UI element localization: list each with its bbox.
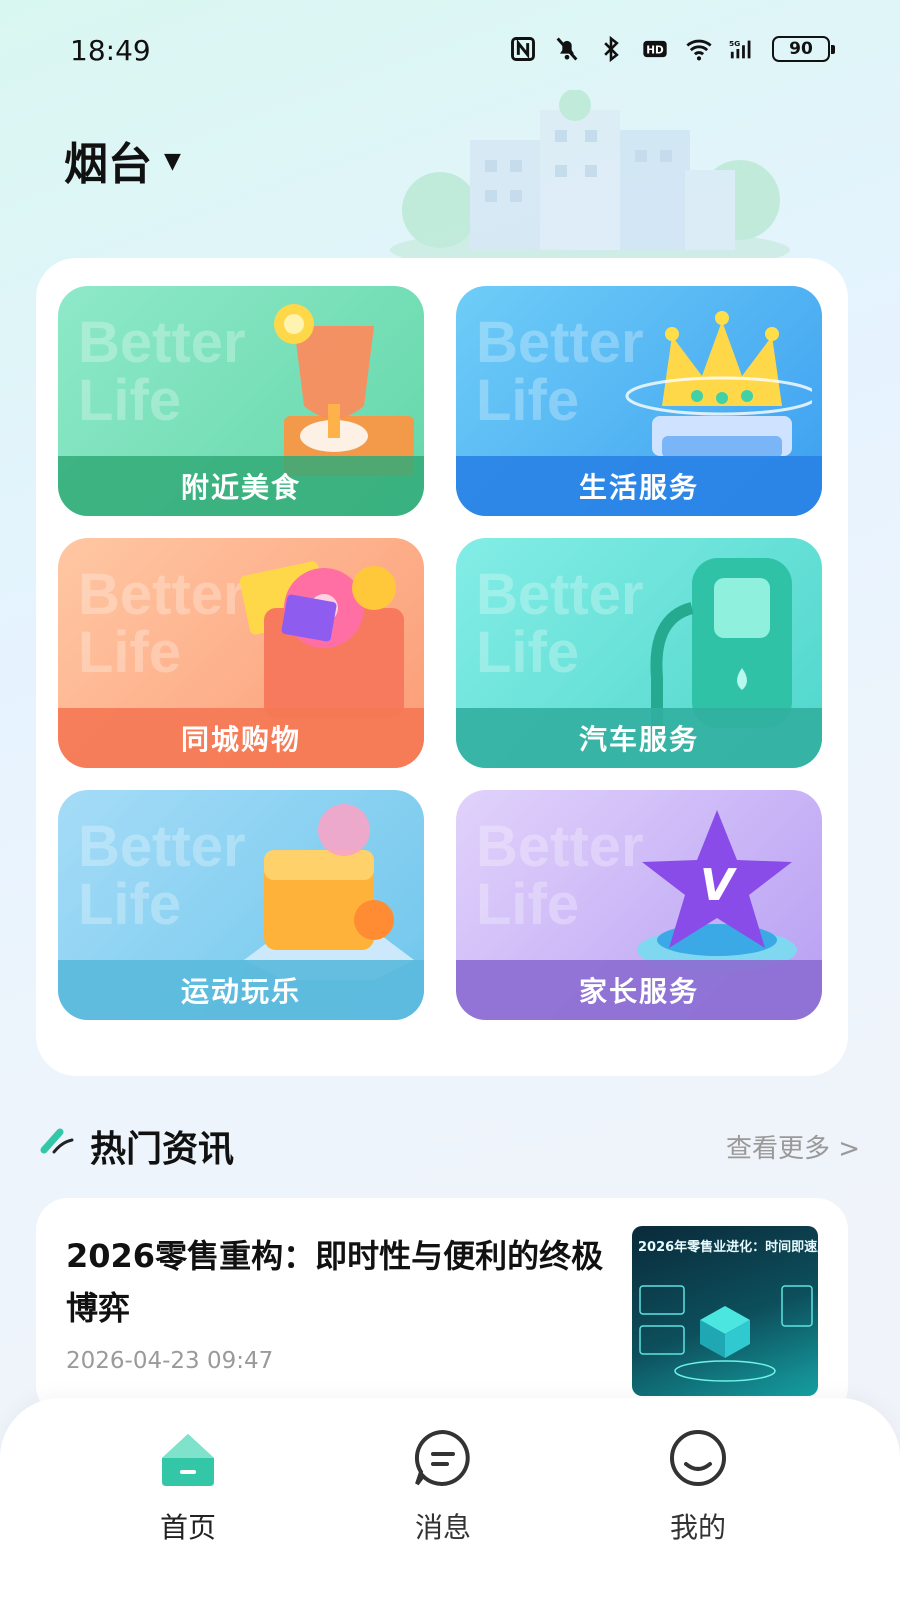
- drink-cup-icon: [274, 304, 414, 476]
- tile-watermark: Better Life: [78, 562, 246, 685]
- news-section-title: 热门资讯: [90, 1129, 235, 1170]
- hot-news-icon: [40, 1128, 74, 1154]
- news-section-header: 热门资讯 查看更多 >: [40, 1118, 860, 1170]
- tile-label-bar: 生活服务: [456, 456, 822, 516]
- tile-watermark: Better Life: [476, 814, 644, 937]
- news-card-title: 2026零售重构：即时性与便利的终极博弈: [66, 1237, 604, 1327]
- service-tile-food[interactable]: Better Life 附近美食: [58, 286, 424, 516]
- shopping-box-icon: [239, 561, 404, 718]
- tile-watermark: Better Life: [476, 310, 644, 433]
- svg-text:V: V: [700, 860, 737, 911]
- tile-watermark: Better Life: [476, 562, 644, 685]
- caret-down-icon: ▼: [164, 148, 181, 174]
- home-icon: [162, 1434, 214, 1486]
- status-bar: 18:49 HD 5G 90: [0, 0, 900, 100]
- tile-label-food: 附近美食: [180, 471, 301, 504]
- 5g-signal-icon: 5G: [728, 34, 758, 64]
- city-name: 烟台: [64, 139, 152, 190]
- service-tile-life[interactable]: Better Life 生活服务: [456, 286, 822, 516]
- nfc-icon: [508, 34, 538, 64]
- tech-cube-graphic: [639, 1285, 813, 1382]
- tile-label-bar: 汽车服务: [456, 708, 822, 768]
- tile-label-bar: 家长服务: [456, 960, 822, 1020]
- news-card[interactable]: 2026零售重构：即时性与便利的终极博弈 2026-04-23 09:47 20…: [36, 1198, 848, 1418]
- status-icons: HD 5G 90: [508, 34, 835, 64]
- tile-watermark: Better Life: [78, 814, 246, 937]
- service-tile-car[interactable]: Better Life 汽车服务: [456, 538, 822, 768]
- hd-icon: HD: [640, 34, 670, 64]
- service-tile-parent[interactable]: Better Life V 家长服务: [456, 790, 822, 1020]
- service-tile-sport[interactable]: Better Life 运动玩乐: [58, 790, 424, 1020]
- message-icon: [414, 1429, 470, 1486]
- tile-label-sport: 运动玩乐: [180, 975, 301, 1008]
- nav-label-home: 首页: [159, 1511, 216, 1544]
- tile-watermark: Better Life: [78, 310, 246, 433]
- city-buildings-illustration: [390, 90, 790, 260]
- bottom-nav: 首页 消息 我的: [0, 1398, 900, 1600]
- tile-label-bar: 运动玩乐: [58, 960, 424, 1020]
- status-time: 18:49: [70, 34, 151, 67]
- game-box-icon: [244, 804, 414, 980]
- fuel-pump-icon: [650, 558, 792, 728]
- view-more-link[interactable]: 查看更多 >: [726, 1128, 860, 1165]
- news-thumbnail: 2026年零售业进化：时间即速度: [632, 1226, 818, 1396]
- tile-label-car: 汽车服务: [578, 723, 699, 756]
- service-tile-shop[interactable]: Better Life 同城购物: [58, 538, 424, 768]
- svg-text:5G: 5G: [729, 39, 740, 48]
- nav-item-home[interactable]: 首页: [118, 1428, 258, 1546]
- tile-label-bar: 同城购物: [58, 708, 424, 768]
- nav-label-messages: 消息: [414, 1511, 471, 1544]
- nav-label-profile: 我的: [669, 1511, 726, 1544]
- star-v-icon: V: [637, 810, 797, 972]
- tile-label-bar: 附近美食: [58, 456, 424, 516]
- city-selector[interactable]: 烟台 ▼: [64, 128, 181, 192]
- tile-label-parent: 家长服务: [578, 975, 699, 1008]
- services-panel: Better Life 附近美食 Better Life 生活服务 Better Li…: [36, 258, 848, 1076]
- svg-text:HD: HD: [646, 45, 664, 57]
- mute-bell-icon: [552, 34, 582, 64]
- nav-item-profile[interactable]: 我的: [628, 1428, 768, 1546]
- bluetooth-icon: [596, 34, 626, 64]
- nav-item-messages[interactable]: 消息: [373, 1428, 513, 1546]
- tile-label-life: 生活服务: [578, 471, 699, 504]
- news-card-date: 2026-04-23 09:47: [66, 1348, 274, 1374]
- tile-label-shop: 同城购物: [180, 723, 301, 756]
- crown-icon: [625, 311, 812, 458]
- wifi-icon: [684, 34, 714, 64]
- profile-icon: [670, 1430, 726, 1486]
- battery-indicator: 90: [772, 36, 835, 62]
